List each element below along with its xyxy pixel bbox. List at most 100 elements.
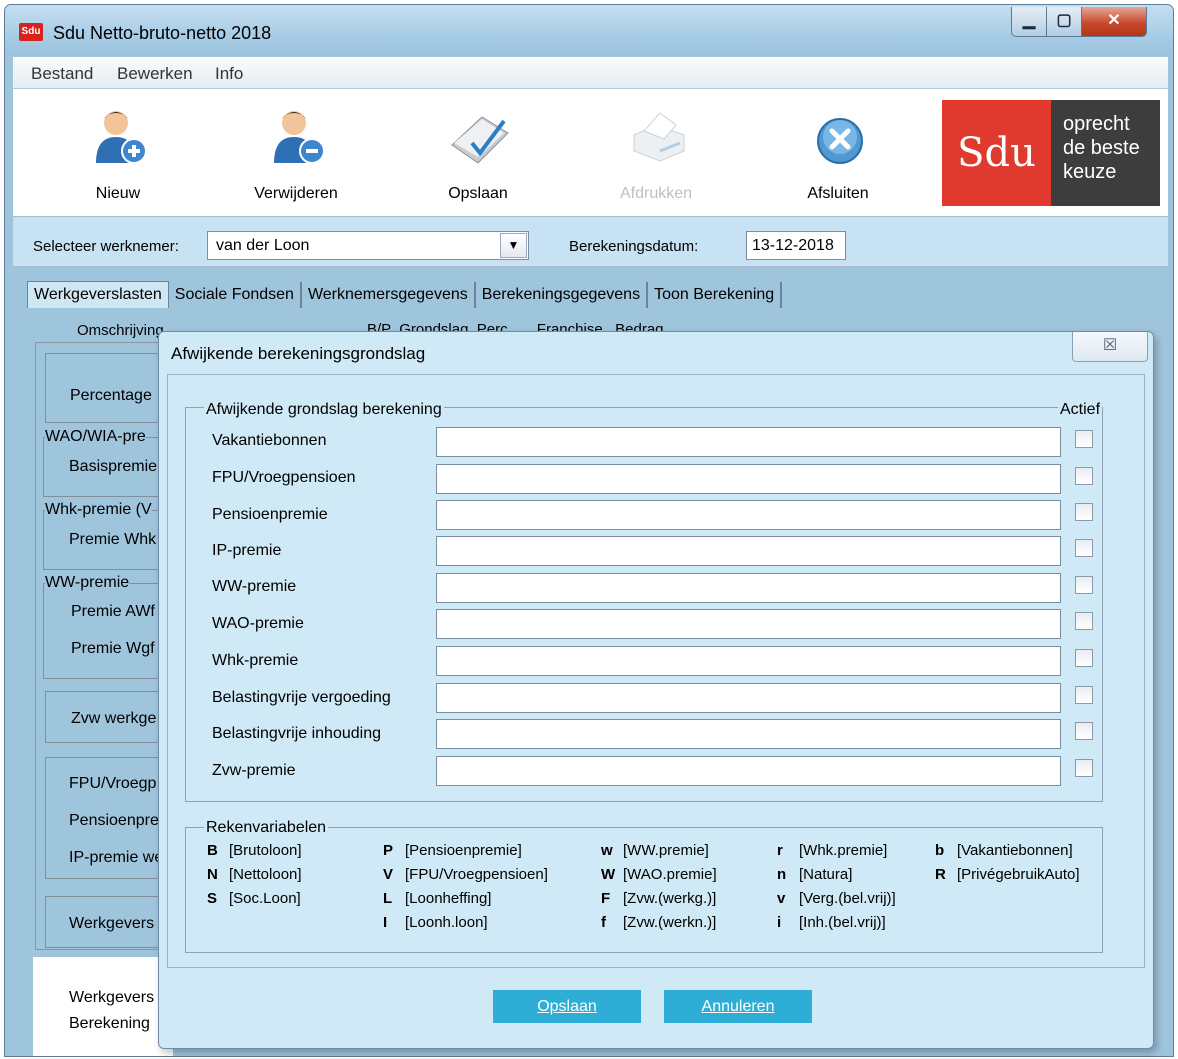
date-input[interactable]: 13-12-2018: [746, 231, 846, 260]
variable-item: v [Verg.(bel.vrij)]: [777, 890, 896, 907]
label-ip: IP-premie we: [69, 849, 164, 866]
maximize-icon: ▢: [1056, 12, 1072, 29]
row-label-fpu: FPU/Vroegpensioen: [212, 469, 356, 486]
dialog-close-button[interactable]: ☒: [1072, 332, 1148, 362]
checkbox-belastingvrije-inhouding[interactable]: [1075, 722, 1093, 740]
logo-tagline-line: keuze: [1063, 161, 1117, 183]
print-button[interactable]: Afdrukken: [591, 99, 721, 209]
variable-item: N [Nettoloon]: [207, 866, 302, 883]
checkbox-ww-premie[interactable]: [1075, 576, 1093, 594]
new-button[interactable]: Nieuw: [53, 99, 183, 209]
checkbox-zvw-premie[interactable]: [1075, 759, 1093, 777]
label-premie-whk: Premie Whk: [69, 531, 157, 548]
tab-bar: Werkgeverslasten Sociale Fondsen Werknemer…: [27, 281, 783, 311]
variable-item: f [Zvw.(werkn.)]: [601, 914, 717, 931]
label-fpu: FPU/Vroegp: [69, 775, 157, 792]
variable-item: R [PrivégebruikAuto]: [935, 866, 1080, 883]
tab-sociale-fondsen[interactable]: Sociale Fondsen: [169, 282, 302, 308]
employee-select[interactable]: van der Loon: [207, 231, 529, 260]
checkbox-wao-premie[interactable]: [1075, 612, 1093, 630]
checkbox-whk-premie[interactable]: [1075, 649, 1093, 667]
cancel-button[interactable]: Annuleren: [664, 990, 812, 1023]
save-toolbar-button[interactable]: Opslaan: [413, 99, 543, 209]
variable-item: F [Zvw.(werkg.)]: [601, 890, 717, 907]
input-whk-premie[interactable]: [436, 646, 1061, 676]
variable-item: B [Brutoloon]: [207, 842, 302, 859]
label-premie-awf: Premie AWf: [71, 603, 155, 620]
checkbox-belastingvrije-vergoeding[interactable]: [1075, 686, 1093, 704]
user-remove-icon: [274, 111, 325, 164]
ww-group-box: [43, 583, 175, 679]
exit-icon: [817, 118, 863, 164]
checkbox-fpu[interactable]: [1075, 467, 1093, 485]
input-zvw-premie[interactable]: [436, 756, 1061, 786]
save-icon: [451, 116, 509, 164]
input-pensioenpremie[interactable]: [436, 500, 1061, 530]
input-ww-premie[interactable]: [436, 573, 1061, 603]
close-button[interactable]: ✕: [1081, 7, 1147, 37]
row-label-ip-premie: IP-premie: [212, 542, 282, 559]
toolbar: Nieuw Verwijderen Opslaan Afdrukken Afsl…: [13, 89, 1168, 217]
variable-item: W [WAO.premie]: [601, 866, 717, 883]
tab-werknemersgegevens[interactable]: Werknemersgegevens: [302, 282, 476, 308]
app-icon: Sdu: [19, 23, 43, 41]
row-label-zvw-premie: Zvw-premie: [212, 762, 296, 779]
menu-bewerken[interactable]: Bewerken: [117, 64, 193, 84]
label-whk-group: Whk-premie (V: [45, 501, 152, 519]
sdu-logo: Sdu oprecht de beste keuze: [942, 100, 1160, 206]
label-zvw: Zvw werkge: [71, 710, 157, 727]
label-ww-group: WW-premie: [45, 574, 130, 592]
variable-item: S [Soc.Loon]: [207, 890, 301, 907]
maximize-button[interactable]: ▢: [1046, 7, 1082, 37]
tab-werkgeverslasten[interactable]: Werkgeverslasten: [27, 281, 169, 308]
tab-toon-berekening[interactable]: Toon Berekening: [648, 282, 783, 308]
minimize-button[interactable]: ▁: [1011, 7, 1047, 37]
dialog-title: Afwijkende berekeningsgrondslag: [171, 344, 426, 363]
label-percentage: Percentage: [70, 387, 152, 404]
chevron-down-icon[interactable]: ▼: [500, 233, 527, 258]
exit-button[interactable]: Afsluiten: [773, 99, 903, 209]
variable-item: I [Loonh.loon]: [383, 914, 488, 931]
dialog-afwijkende-grondslag: Afwijkende berekeningsgrondslag ☒ Afwijk…: [158, 331, 1154, 1049]
row-label-wao-premie: WAO-premie: [212, 615, 304, 632]
exit-label: Afsluiten: [807, 185, 869, 202]
variable-item: n [Natura]: [777, 866, 853, 883]
new-label: Nieuw: [95, 185, 141, 202]
print-label: Afdrukken: [619, 185, 693, 202]
save-button[interactable]: Opslaan: [493, 990, 641, 1023]
input-ip-premie[interactable]: [436, 536, 1061, 566]
input-belastingvrije-inhouding[interactable]: [436, 719, 1061, 749]
window-title: Sdu Netto-bruto-netto 2018: [53, 23, 272, 43]
input-wao-premie[interactable]: [436, 609, 1061, 639]
close-icon: ✕: [1107, 12, 1121, 29]
row-label-vakantiebonnen: Vakantiebonnen: [212, 432, 327, 449]
tab-berekeningsgegevens[interactable]: Berekeningsgegevens: [476, 282, 649, 308]
row-label-pensioenpremie: Pensioenpremie: [212, 506, 328, 523]
variable-item: i [Inh.(bel.vrij)]: [777, 914, 886, 931]
label-werkgevers: Werkgevers: [69, 915, 155, 932]
checkbox-vakantiebonnen[interactable]: [1075, 430, 1093, 448]
menu-bestand[interactable]: Bestand: [31, 64, 93, 84]
printer-icon: [633, 112, 685, 162]
delete-button[interactable]: Verwijderen: [231, 99, 361, 209]
input-fpu[interactable]: [436, 464, 1061, 494]
variable-item: w [WW.premie]: [601, 842, 709, 859]
logo-tagline: oprecht de beste keuze: [1051, 100, 1160, 206]
selection-row: Selecteer werknemer: van der Loon ▼ Bere…: [13, 217, 1168, 267]
minimize-icon: ▁: [1022, 12, 1036, 29]
input-belastingvrije-vergoeding[interactable]: [436, 683, 1061, 713]
input-vakantiebonnen[interactable]: [436, 427, 1061, 457]
label-wao-group: WAO/WIA-pre: [45, 428, 146, 446]
label-premie-wgf: Premie Wgf: [71, 640, 155, 657]
variable-item: L [Loonheffing]: [383, 890, 492, 907]
checkbox-pensioenpremie[interactable]: [1075, 503, 1093, 521]
grondslag-group-title: Afwijkende grondslag berekening: [204, 401, 444, 419]
close-icon: ☒: [1102, 337, 1118, 354]
employee-label: Selecteer werknemer:: [33, 238, 179, 255]
variable-item: P [Pensioenpremie]: [383, 842, 522, 859]
date-label: Berekeningsdatum:: [569, 238, 699, 255]
save-label: Opslaan: [448, 185, 508, 202]
checkbox-ip-premie[interactable]: [1075, 539, 1093, 557]
column-header-omschrijving: Omschrijving: [77, 322, 164, 339]
menu-info[interactable]: Info: [215, 64, 243, 84]
